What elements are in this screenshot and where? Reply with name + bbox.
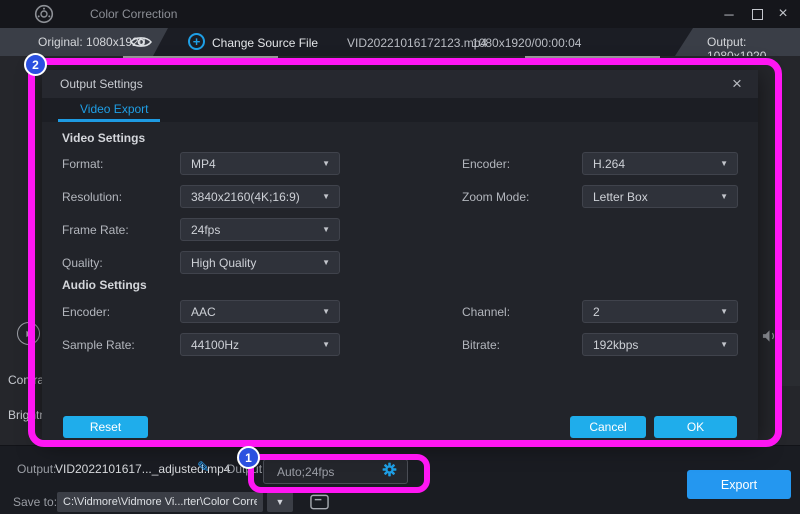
output-video-strip <box>525 56 660 61</box>
video-encoder-dropdown[interactable]: H.264 ▼ <box>582 152 738 175</box>
output-profile-field[interactable]: Auto;24fps <box>263 459 408 484</box>
channel-dropdown[interactable]: 2 ▼ <box>582 300 738 323</box>
chevron-down-icon: ▼ <box>720 307 728 316</box>
bottom-bar: Output: VID2022101617..._adjusted.mp4 ✎ … <box>0 445 800 514</box>
zoom-mode-label: Zoom Mode: <box>462 190 529 204</box>
channel-label: Channel: <box>462 305 510 319</box>
chevron-down-icon: ▼ <box>322 192 330 201</box>
settings-gear-icon[interactable] <box>382 462 397 482</box>
minimize-button[interactable]: ─ <box>716 0 742 28</box>
open-folder-button[interactable] <box>306 491 332 512</box>
speaker-icon[interactable] <box>762 329 777 348</box>
quality-dropdown[interactable]: High Quality ▼ <box>180 251 340 274</box>
edit-filename-icon[interactable]: ✎ <box>197 458 210 476</box>
app-window: Color Correction ─ × Original: 1080x1920… <box>0 0 800 514</box>
dialog-close-icon[interactable]: × <box>726 73 748 95</box>
title-bar: Color Correction ─ × <box>0 0 800 28</box>
original-video-strip <box>123 56 278 61</box>
resolution-dropdown[interactable]: 3840x2160(4K;16:9) ▼ <box>180 185 340 208</box>
chevron-down-icon: ▼ <box>322 258 330 267</box>
reset-button[interactable]: Reset <box>63 416 148 438</box>
sample-rate-label: Sample Rate: <box>62 338 135 352</box>
save-path-value: C:\Vidmore\Vidmore Vi...rter\Color Corre… <box>63 496 257 508</box>
format-dropdown[interactable]: MP4 ▼ <box>180 152 340 175</box>
bitrate-label: Bitrate: <box>462 338 500 352</box>
plus-icon[interactable]: + <box>188 33 205 50</box>
cancel-button[interactable]: Cancel <box>570 416 646 438</box>
video-settings-header: Video Settings <box>62 131 145 145</box>
source-video-info: 1080x1920/00:00:04 <box>472 36 581 50</box>
audio-settings-header: Audio Settings <box>62 278 147 292</box>
chevron-down-icon: ▼ <box>322 159 330 168</box>
save-path-dropdown-arrow[interactable]: ▼ <box>267 492 293 512</box>
output-file-label: Output: <box>17 462 56 476</box>
zoom-mode-dropdown[interactable]: Letter Box ▼ <box>582 185 738 208</box>
output-preview-tab[interactable]: Output: 1080x1920 <box>660 28 800 56</box>
bitrate-dropdown[interactable]: 192kbps ▼ <box>582 333 738 356</box>
format-label: Format: <box>62 157 103 171</box>
chevron-down-icon: ▼ <box>720 159 728 168</box>
save-to-label: Save to: <box>13 495 57 509</box>
maximize-icon <box>752 9 763 20</box>
output-settings-dialog: Output Settings × Video Export Video Set… <box>42 70 758 440</box>
export-button[interactable]: Export <box>687 470 791 499</box>
right-panel-seam <box>782 330 800 386</box>
source-filename: VID20221016172123.mp4 <box>347 36 487 50</box>
dialog-header: Output Settings × <box>42 70 758 98</box>
dialog-tab-bar: Video Export <box>42 98 758 122</box>
maximize-button[interactable] <box>744 0 770 28</box>
chevron-down-icon: ▼ <box>720 340 728 349</box>
frame-rate-dropdown[interactable]: 24fps ▼ <box>180 218 340 241</box>
play-icon: ▶ <box>26 329 32 338</box>
app-logo-icon <box>34 4 54 29</box>
play-button[interactable]: ▶ <box>17 322 40 345</box>
audio-encoder-dropdown[interactable]: AAC ▼ <box>180 300 340 323</box>
save-path-field[interactable]: C:\Vidmore\Vidmore Vi...rter\Color Corre… <box>57 492 263 512</box>
quality-label: Quality: <box>62 256 103 270</box>
chevron-down-icon: ▼ <box>720 192 728 201</box>
ok-button[interactable]: OK <box>654 416 737 438</box>
chevron-down-icon: ▼ <box>322 225 330 234</box>
close-button[interactable]: × <box>770 0 796 28</box>
chevron-down-icon: ▼ <box>322 340 330 349</box>
compare-eye-icon[interactable] <box>130 35 152 54</box>
tab-active-underline <box>58 119 160 122</box>
output-profile-value: Auto;24fps <box>277 465 334 479</box>
audio-encoder-label: Encoder: <box>62 305 110 319</box>
dialog-title: Output Settings <box>60 77 143 91</box>
window-title: Color Correction <box>90 7 177 21</box>
chevron-down-icon: ▼ <box>322 307 330 316</box>
frame-rate-label: Frame Rate: <box>62 223 129 237</box>
tab-video-export[interactable]: Video Export <box>80 102 149 116</box>
video-encoder-label: Encoder: <box>462 157 510 171</box>
change-source-file-button[interactable]: Change Source File <box>212 36 318 50</box>
sample-rate-dropdown[interactable]: 44100Hz ▼ <box>180 333 340 356</box>
preview-toolbar: Original: 1080x1920 + Change Source File… <box>0 28 800 56</box>
resolution-label: Resolution: <box>62 190 122 204</box>
